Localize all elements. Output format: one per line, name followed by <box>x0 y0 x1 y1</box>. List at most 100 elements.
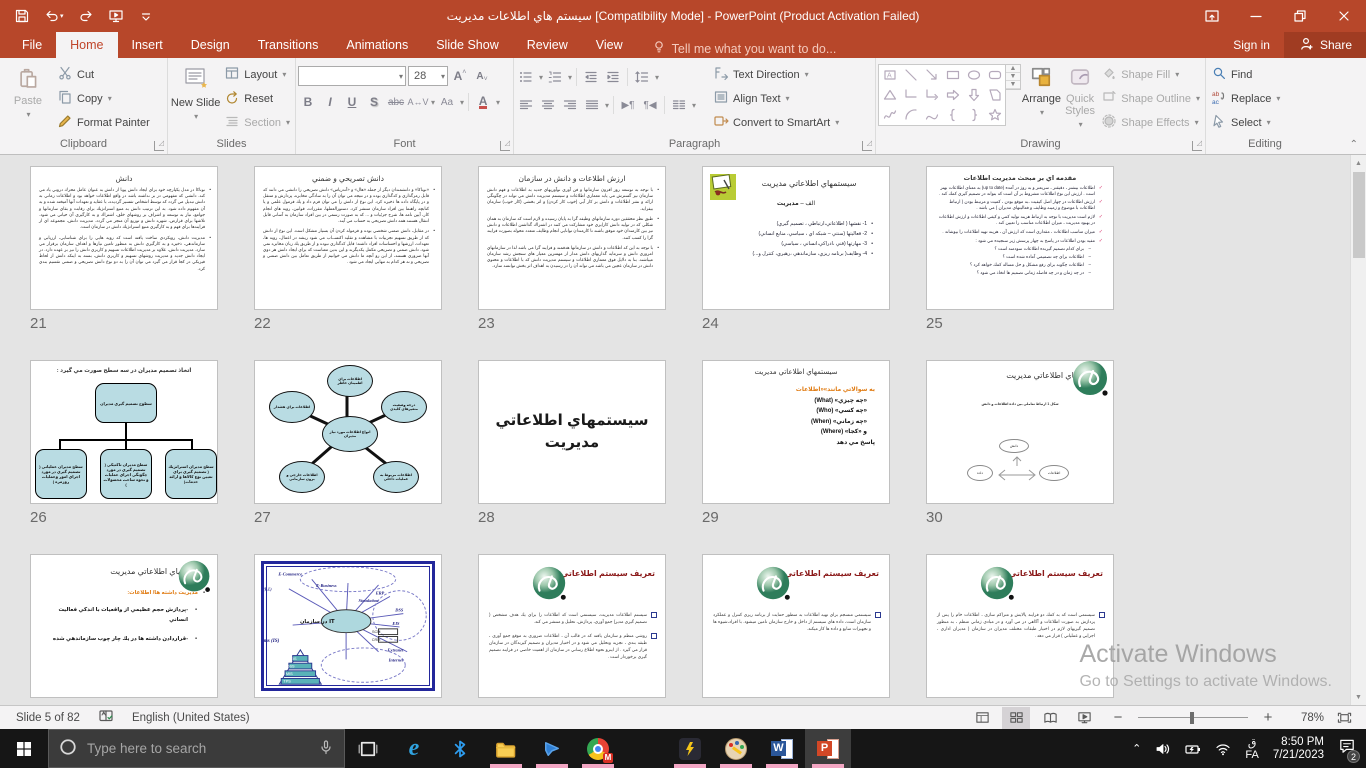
bold-icon[interactable]: B <box>298 92 318 112</box>
restore-button[interactable] <box>1278 0 1322 32</box>
decrease-indent-icon[interactable] <box>581 67 601 87</box>
bluetooth-icon[interactable] <box>437 729 483 768</box>
slide-thumbnail-29[interactable]: سيستمهاي اطلاعاتي مديريتبه سوالاتي مانند… <box>702 360 890 504</box>
replace-button[interactable]: abacReplace▾ <box>1208 87 1283 110</box>
fit-to-window-icon[interactable] <box>1330 707 1358 729</box>
drawing-dialog-launcher[interactable]: ◿ <box>1192 141 1202 151</box>
clock[interactable]: 8:50 PM7/21/2023 <box>1273 736 1324 762</box>
ribbon-display-options-icon[interactable] <box>1190 0 1234 32</box>
bullets-icon[interactable] <box>516 67 536 87</box>
arc-shape-icon[interactable] <box>900 105 921 125</box>
paragraph-dialog-launcher[interactable]: ◿ <box>862 141 872 151</box>
character-spacing-icon[interactable]: A↔V <box>408 92 428 112</box>
edge-icon[interactable]: e <box>391 729 437 768</box>
shape-fill-button[interactable]: Shape Fill▾ <box>1098 63 1203 86</box>
slide-thumbnail-32[interactable]: E-CommerceE-BusinessHuman Education (E.L… <box>254 554 442 698</box>
network-icon[interactable] <box>1215 741 1231 757</box>
convert-smartart-button[interactable]: Convert to SmartArt▾ <box>710 111 842 134</box>
shape-outline-button[interactable]: Shape Outline▾ <box>1098 87 1203 110</box>
action-center-icon[interactable]: 2 <box>1338 737 1356 760</box>
tab-transitions[interactable]: Transitions <box>244 32 333 58</box>
slide-thumbnail-26[interactable]: اتخاذ تصميم مديران در سه سطح صورت مي گير… <box>30 360 218 504</box>
save-icon[interactable] <box>14 8 30 24</box>
close-button[interactable] <box>1322 0 1366 32</box>
scroll-down-icon[interactable]: ▼ <box>1351 689 1366 705</box>
scribble-shape-icon[interactable] <box>879 105 900 125</box>
shapes-gallery[interactable]: A <box>878 64 1006 126</box>
movies-app-icon[interactable] <box>529 729 575 768</box>
start-button[interactable] <box>0 729 48 768</box>
shape-effects-button[interactable]: Shape Effects▾ <box>1098 111 1203 134</box>
paste-button[interactable]: Paste▾ <box>2 60 54 121</box>
tab-animations[interactable]: Animations <box>332 32 422 58</box>
rtl-direction-icon[interactable]: ¶◀ <box>640 95 660 115</box>
language-label[interactable]: English (United States) <box>132 712 250 724</box>
tab-slide-show[interactable]: Slide Show <box>422 32 513 58</box>
share-button[interactable]: Share <box>1284 32 1366 58</box>
text-box-shape-icon[interactable]: A <box>879 65 900 85</box>
curve-shape-icon[interactable] <box>921 105 942 125</box>
volume-icon[interactable] <box>1155 741 1171 757</box>
reading-view-icon[interactable] <box>1036 707 1064 729</box>
font-name-combo[interactable]: ▾ <box>298 66 406 86</box>
shrink-font-icon[interactable]: A˅ <box>472 66 492 86</box>
font-dialog-launcher[interactable]: ◿ <box>500 141 510 151</box>
slide-thumbnail-30[interactable]: سيستمهاي اطلاعاتي مديريتشكل 1 ارتباط تعا… <box>926 360 1114 504</box>
customize-qat-icon[interactable] <box>138 8 154 24</box>
word-icon[interactable]: W <box>759 729 805 768</box>
line-spacing-icon[interactable] <box>632 67 652 87</box>
arrow-right-shape-icon[interactable] <box>942 85 963 105</box>
zoom-out-icon[interactable]: − <box>1104 707 1132 729</box>
zoom-percent-label[interactable]: 78% <box>1288 712 1324 724</box>
copy-button[interactable]: Copy▾ <box>54 87 153 110</box>
powerpoint-icon[interactable]: P <box>805 729 851 768</box>
start-from-beginning-icon[interactable] <box>108 8 124 24</box>
tray-chevron-icon[interactable]: ⌃ <box>1132 742 1141 755</box>
zoom-slider[interactable] <box>1138 707 1248 729</box>
zoom-in-icon[interactable]: + <box>1254 707 1282 729</box>
undo-icon[interactable]: ▾ <box>44 8 64 24</box>
slide-thumbnail-35[interactable]: تعريف سيستم اطلاعاتيسيستمي است كه به كمك… <box>926 554 1114 698</box>
italic-icon[interactable]: I <box>320 92 340 112</box>
tab-file[interactable]: File <box>8 32 56 58</box>
align-left-icon[interactable] <box>516 95 536 115</box>
redo-icon[interactable] <box>78 8 94 24</box>
chrome-icon[interactable]: M <box>575 729 621 768</box>
sign-in-link[interactable]: Sign in <box>1219 38 1284 52</box>
section-button[interactable]: Section▾ <box>221 111 293 134</box>
find-button[interactable]: Find <box>1208 63 1283 86</box>
slide-thumbnail-22[interactable]: دانش تصريحي و ضمني«نوناكا» و دانشمندان د… <box>254 166 442 310</box>
tab-home[interactable]: Home <box>56 32 117 58</box>
slide-thumbnail-23[interactable]: ارزش اطلاعات و دانش در سازمانبا توجه به … <box>478 166 666 310</box>
arrow-shape-icon[interactable] <box>921 65 942 85</box>
rounded-rectangle-shape-icon[interactable] <box>984 65 1005 85</box>
winamp-icon[interactable] <box>667 729 713 768</box>
line-shape-icon[interactable] <box>900 65 921 85</box>
align-right-icon[interactable] <box>560 95 580 115</box>
underline-icon[interactable]: U <box>342 92 362 112</box>
normal-view-icon[interactable] <box>968 707 996 729</box>
slide-thumbnail-33[interactable]: تعريف سيستم اطلاعاتيسيستم اطلاعات مديريت… <box>478 554 666 698</box>
font-size-combo[interactable]: 28▾ <box>408 66 448 86</box>
quick-styles-button[interactable]: Quick Styles▾ <box>1062 60 1098 131</box>
scroll-up-icon[interactable]: ▲ <box>1351 155 1366 171</box>
elbow-shape-icon[interactable] <box>900 85 921 105</box>
task-view-icon[interactable] <box>345 729 391 768</box>
file-explorer-icon[interactable] <box>483 729 529 768</box>
corner-shape-icon[interactable] <box>984 85 1005 105</box>
reset-button[interactable]: Reset <box>221 87 293 110</box>
microphone-icon[interactable] <box>318 739 334 758</box>
columns-icon[interactable] <box>669 95 689 115</box>
elbow-arrow-shape-icon[interactable] <box>921 85 942 105</box>
slide-thumbnail-25[interactable]: مقدمه اي بر مبحث مديريت اطلاعاتاطلاعات ب… <box>926 166 1114 310</box>
tab-insert[interactable]: Insert <box>118 32 177 58</box>
align-text-button[interactable]: Align Text▾ <box>710 87 842 110</box>
layout-button[interactable]: Layout▾ <box>221 63 293 86</box>
justify-icon[interactable] <box>582 95 602 115</box>
slide-thumbnail-34[interactable]: تعريف سيستم اطلاعاتيسيستمي منسجم براي ته… <box>702 554 890 698</box>
slide-thumbnail-21[interactable]: دانشنوناكا در مدل يكپارچه خود براي ايجاد… <box>30 166 218 310</box>
collapse-ribbon-icon[interactable]: ⌃ <box>1350 139 1358 150</box>
language-indicator[interactable]: قFA <box>1245 737 1258 761</box>
rectangle-shape-icon[interactable] <box>942 65 963 85</box>
taskbar-search-box[interactable]: Type here to search <box>48 729 345 768</box>
